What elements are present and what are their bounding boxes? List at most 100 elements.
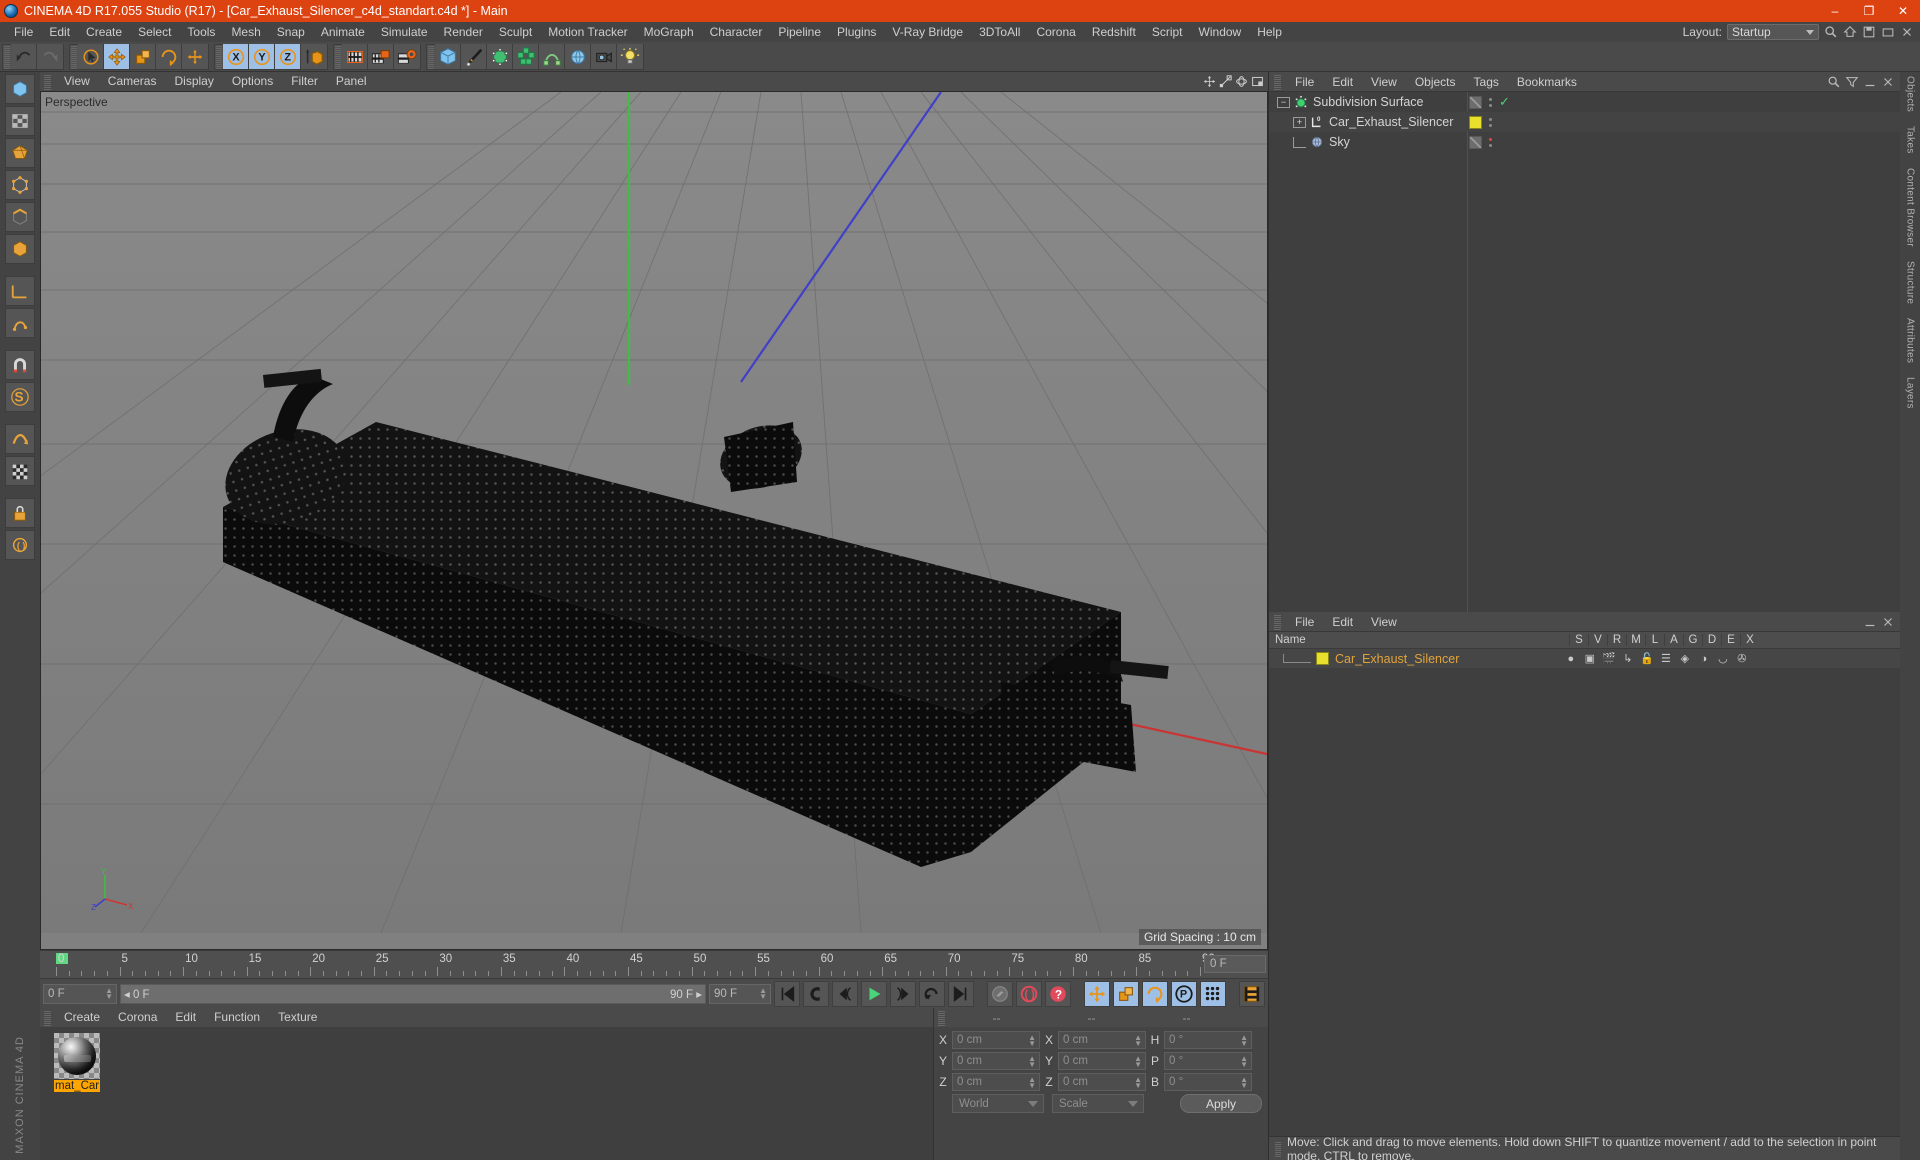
toolbar-grip-icon[interactable] (71, 44, 77, 69)
home-icon[interactable] (1843, 25, 1857, 39)
autokeying-button[interactable]: ( ) (1016, 980, 1042, 1007)
panel-minimize-icon[interactable] (1863, 615, 1877, 629)
add-cube-button[interactable] (435, 44, 461, 69)
menu-corona[interactable]: Corona (1028, 22, 1083, 42)
timeline-toggle-button[interactable] (1239, 980, 1265, 1007)
menu-animate[interactable]: Animate (313, 22, 373, 42)
coordinate-mode-dropdown[interactable]: Scale (1052, 1094, 1144, 1113)
render-settings-button[interactable] (394, 44, 420, 69)
scale-camera-icon[interactable] (1219, 75, 1232, 88)
max-frame-field[interactable]: 90 F ▲ ▼ (709, 983, 771, 1004)
apply-button[interactable]: Apply (1180, 1094, 1262, 1113)
motion-icon[interactable]: ✇ (1732, 652, 1751, 665)
matpanel-column-v[interactable]: V (1588, 634, 1607, 646)
menu-file[interactable]: File (6, 22, 41, 42)
layout-save-icon[interactable] (1862, 25, 1876, 39)
go-to-end-button[interactable] (948, 980, 974, 1007)
menu-tools[interactable]: Tools (179, 22, 223, 42)
panel-grip-icon[interactable] (44, 1009, 51, 1026)
object-menu-edit[interactable]: Edit (1323, 72, 1362, 92)
sphere-icon[interactable]: ● (1561, 653, 1580, 665)
matpanel-menu-edit[interactable]: Edit (1323, 612, 1362, 632)
window-controls[interactable]: – ❐ ✕ (1818, 0, 1920, 22)
menu-select[interactable]: Select (130, 22, 179, 42)
object-tag-icon[interactable] (1469, 135, 1482, 149)
menu-v-ray-bridge[interactable]: V-Ray Bridge (884, 22, 971, 42)
menu-simulate[interactable]: Simulate (373, 22, 436, 42)
spinner-icon[interactable]: ▲ ▼ (1240, 1055, 1248, 1069)
render-icon[interactable]: 🎬 (1599, 652, 1618, 665)
deform-icon[interactable]: ◑ (1694, 653, 1713, 665)
layout-dropdown[interactable]: Startup (1727, 24, 1819, 40)
world-object-coordinate-toggle[interactable] (301, 44, 327, 69)
material-tag-icon[interactable] (1469, 115, 1482, 129)
menu-snap[interactable]: Snap (269, 22, 313, 42)
current-frame-field[interactable]: 0 F ▲ ▼ (43, 983, 117, 1004)
size-z-field[interactable]: 0 cm ▲ ▼ (1058, 1073, 1146, 1091)
matpanel-column-a[interactable]: A (1664, 634, 1683, 646)
material-swatch-icon[interactable] (1316, 652, 1329, 665)
matpanel-column-name[interactable]: Name (1269, 634, 1569, 646)
edge-tab-content-browser[interactable]: Content Browser (1905, 168, 1916, 247)
display-icon[interactable]: ▣ (1580, 652, 1599, 665)
toolbar-grip-icon[interactable] (335, 44, 341, 69)
play-forward-loop-button[interactable] (919, 980, 945, 1007)
menu-plugins[interactable]: Plugins (829, 22, 884, 42)
material-menu-texture[interactable]: Texture (269, 1008, 326, 1027)
timeline-end-field[interactable]: 0 F (1204, 955, 1266, 973)
material-preview-thumbnail[interactable] (54, 1033, 100, 1079)
viewport-solo-button[interactable]: ( ) (5, 530, 35, 560)
menu-pipeline[interactable]: Pipeline (770, 22, 829, 42)
position-z-field[interactable]: 0 cm ▲ ▼ (952, 1073, 1040, 1091)
coordinate-system-dropdown[interactable]: World (952, 1094, 1044, 1113)
menu-mograph[interactable]: MoGraph (636, 22, 702, 42)
object-menu-objects[interactable]: Objects (1406, 72, 1465, 92)
object-row[interactable]: Sky (1269, 132, 1900, 152)
lock-y-axis[interactable]: Y (249, 44, 275, 69)
keyframe-selection-button[interactable]: ? (1045, 980, 1071, 1007)
previous-frame-button[interactable] (832, 980, 858, 1007)
panel-grip-icon[interactable] (1274, 73, 1281, 90)
object-row[interactable]: − Subdivision Surface ✓ (1269, 92, 1900, 112)
material-menu-edit[interactable]: Edit (166, 1008, 205, 1027)
lock-z-axis[interactable]: Z (275, 44, 301, 69)
texture-mode-button[interactable] (5, 106, 35, 136)
viewport-menu-filter[interactable]: Filter (282, 72, 327, 91)
play-reverse-button[interactable] (803, 980, 829, 1007)
quantize-button[interactable] (5, 424, 35, 454)
rotate-camera-icon[interactable] (1235, 75, 1248, 88)
add-array-button[interactable] (513, 44, 539, 69)
texture-tiles-button[interactable] (5, 456, 35, 486)
matpanel-menu-file[interactable]: File (1286, 612, 1323, 632)
add-generator-button[interactable] (487, 44, 513, 69)
object-menu-view[interactable]: View (1362, 72, 1406, 92)
edge-tab-attributes[interactable]: Attributes (1905, 318, 1916, 363)
material-manager-body[interactable]: mat_Car (40, 1027, 933, 1160)
scale-key-button[interactable] (1113, 980, 1139, 1007)
expand-toggle[interactable]: + (1293, 116, 1306, 128)
matpanel-column-x[interactable]: X (1740, 634, 1759, 646)
viewport-menu-view[interactable]: View (55, 72, 99, 91)
maximize-viewport-icon[interactable] (1251, 75, 1264, 88)
panel-minimize-icon[interactable] (1863, 75, 1877, 89)
cap-icon[interactable]: ◡ (1713, 652, 1732, 665)
object-tree[interactable]: − Subdivision Surface ✓ +0 Car_Exhaust_Silen… (1269, 92, 1900, 612)
panel-grip-icon[interactable] (1275, 1140, 1281, 1157)
parameter-key-button[interactable]: P (1171, 980, 1197, 1007)
menu-redshift[interactable]: Redshift (1084, 22, 1144, 42)
record-active-objects-button[interactable] (987, 980, 1013, 1007)
object-menu-bookmarks[interactable]: Bookmarks (1508, 72, 1586, 92)
redo-button[interactable] (37, 44, 63, 69)
viewport-perspective[interactable]: Perspective Grid Spacing : 10 cm Y X Z (40, 91, 1268, 950)
add-environment-button[interactable] (565, 44, 591, 69)
hierarchy-icon[interactable]: ↳ (1618, 652, 1637, 665)
panel-grip-icon[interactable] (938, 1009, 945, 1026)
matpanel-column-l[interactable]: L (1645, 634, 1664, 646)
generator-icon[interactable]: ◈ (1675, 652, 1694, 665)
size-x-field[interactable]: 0 cm ▲ ▼ (1058, 1031, 1146, 1049)
viewport-menu-display[interactable]: Display (165, 72, 222, 91)
spinner-icon[interactable]: ▲ ▼ (1134, 1076, 1142, 1090)
next-frame-button[interactable] (890, 980, 916, 1007)
add-camera-button[interactable] (591, 44, 617, 69)
object-tag-icon[interactable] (1469, 95, 1482, 109)
